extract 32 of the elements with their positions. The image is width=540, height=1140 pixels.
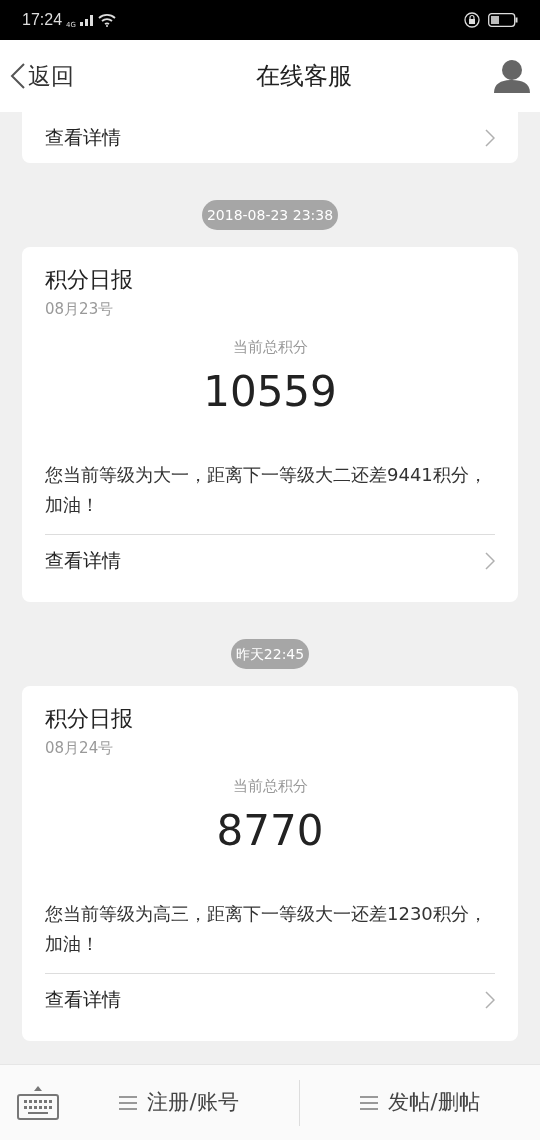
timestamp: 2018-08-23 23:38 bbox=[201, 200, 339, 230]
page-title: 在线客服 bbox=[256, 61, 352, 92]
user-icon[interactable] bbox=[494, 59, 530, 93]
card-date: 08月24号 bbox=[45, 738, 115, 759]
points-label: 当前总积分 bbox=[232, 776, 308, 797]
level-message: 您当前等级为大一，距离下一等级大二还差9441积分，加油！ bbox=[45, 460, 495, 535]
clock: 17:24 bbox=[22, 10, 63, 30]
card-title: 积分日报 bbox=[45, 266, 134, 294]
details-link[interactable]: 查看详情 bbox=[45, 535, 495, 586]
chevron-right-icon bbox=[485, 128, 495, 147]
menu-icon bbox=[119, 1094, 138, 1111]
details-link[interactable]: 查看详情 bbox=[45, 974, 495, 1025]
wifi-icon bbox=[97, 13, 116, 27]
details-link[interactable]: 查看详情 bbox=[45, 112, 495, 163]
keyboard-icon[interactable] bbox=[17, 1084, 59, 1121]
menu-button[interactable]: 注册/账号 bbox=[119, 1086, 239, 1119]
points-label: 当前总积分 bbox=[232, 337, 308, 358]
chevron-right-icon bbox=[485, 990, 495, 1009]
chevron-right-icon bbox=[485, 551, 495, 570]
chevron-left-icon bbox=[10, 63, 26, 89]
timestamp: 昨天22:45 bbox=[230, 639, 310, 669]
points-value: 8770 bbox=[216, 805, 324, 857]
card-date: 08月23号 bbox=[45, 299, 115, 320]
battery-icon bbox=[488, 13, 518, 27]
back-button[interactable]: 返回 bbox=[10, 58, 74, 94]
rotation-lock-icon bbox=[464, 12, 480, 28]
level-message: 您当前等级为高三，距离下一等级大一还差1230积分，加油！ bbox=[45, 899, 495, 974]
menu-icon bbox=[360, 1094, 379, 1111]
card-title: 积分日报 bbox=[45, 705, 134, 733]
menu-button[interactable]: 发帖/删帖 bbox=[360, 1086, 480, 1119]
signal-icon bbox=[79, 14, 94, 26]
points-value: 10559 bbox=[203, 366, 337, 418]
